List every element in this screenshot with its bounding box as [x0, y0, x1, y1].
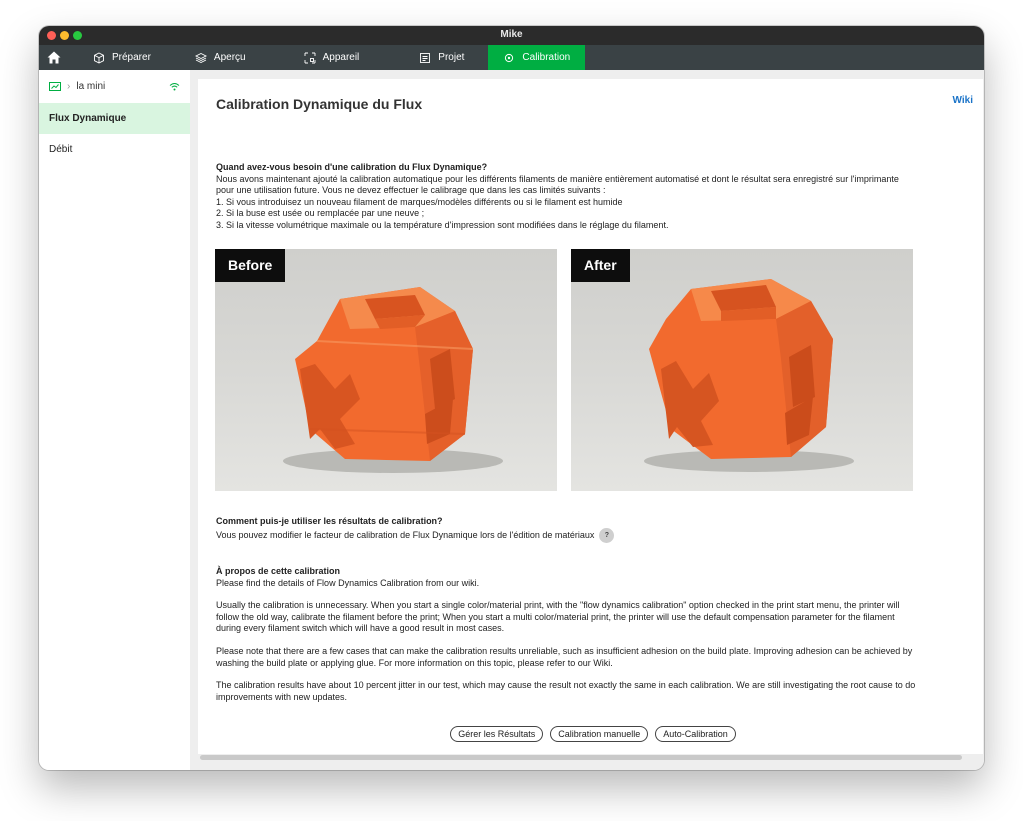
tab-preview[interactable]: Aperçu — [177, 45, 286, 70]
app-window: Mike Préparer Aperçu Appareil Projet Cal… — [39, 26, 984, 770]
device-name: la mini — [76, 81, 106, 92]
when-heading: Quand avez-vous besoin d'une calibration… — [216, 162, 488, 172]
sidebar-item-flow-rate[interactable]: Débit — [39, 134, 190, 165]
wiki-link[interactable]: Wiki — [953, 95, 973, 106]
calibration-sidebar: › la mini Flux Dynamique Débit — [39, 70, 190, 770]
about-line-1: Please find the details of Flow Dynamics… — [216, 577, 480, 588]
home-button[interactable] — [39, 45, 69, 70]
calibration-icon — [505, 53, 514, 62]
about-paragraph-3: The calibration results have about 10 pe… — [216, 680, 916, 702]
when-section: Quand avez-vous besoin d'une calibration… — [216, 162, 916, 232]
before-photo: Before — [215, 249, 557, 491]
how-section: Comment puis-je utiliser les résultats d… — [216, 516, 916, 543]
device-icon — [304, 52, 316, 63]
device-selector[interactable]: › la mini — [39, 70, 190, 103]
printer-monitor-icon — [49, 81, 61, 91]
about-section: À propos de cette calibration Please fin… — [216, 566, 916, 703]
page-title: Calibration Dynamique du Flux — [216, 96, 423, 112]
about-heading: À propos de cette calibration — [216, 566, 341, 576]
how-text-row: Vous pouvez modifier le facteur de calib… — [216, 527, 916, 543]
when-item-3: 3. Si la vitesse volumétrique maximale o… — [216, 219, 669, 230]
smooth-cube-illustration — [644, 279, 854, 472]
before-label: Before — [215, 249, 286, 282]
manual-calibration-button[interactable]: Calibration manuelle — [550, 726, 649, 742]
tab-project[interactable]: Projet — [401, 45, 488, 70]
tab-label: Appareil — [322, 52, 360, 63]
tab-label: Calibration — [522, 52, 571, 63]
calibration-content-panel: Calibration Dynamique du Flux Wiki Quand… — [198, 79, 983, 754]
cube-icon — [94, 51, 104, 64]
project-icon — [420, 52, 431, 63]
tab-label: Aperçu — [213, 52, 246, 63]
when-intro: Nous avons maintenant ajouté la calibrat… — [216, 173, 899, 196]
layers-icon — [194, 52, 207, 63]
about-paragraph-2: Please note that there are a few cases t… — [216, 645, 913, 668]
rough-cube-illustration — [283, 287, 503, 473]
tab-prepare[interactable]: Préparer — [69, 45, 177, 70]
how-heading: Comment puis-je utiliser les résultats d… — [216, 516, 443, 526]
chevron-right-icon: › — [67, 81, 71, 92]
action-buttons: Gérer les Résultats Calibration manuelle… — [198, 726, 983, 742]
title-bar: Mike — [39, 26, 984, 45]
window-title: Mike — [500, 29, 523, 40]
tab-label: Préparer — [112, 52, 151, 63]
tab-device[interactable]: Appareil — [286, 45, 402, 70]
sidebar-item-flow-dynamics[interactable]: Flux Dynamique — [39, 103, 190, 134]
when-item-2: 2. Si la buse est usée ou remplacée par … — [216, 208, 425, 219]
after-photo: After — [571, 249, 913, 491]
help-question-icon[interactable]: ? — [599, 527, 615, 543]
about-paragraph-1: Usually the calibration is unnecessary. … — [216, 600, 900, 634]
horizontal-scrollbar[interactable] — [200, 755, 962, 760]
after-label: After — [571, 249, 630, 282]
before-after-images: Before After — [215, 249, 913, 491]
tab-calibration[interactable]: Calibration — [488, 45, 586, 70]
main-tab-bar: Préparer Aperçu Appareil Projet Calibrat… — [39, 45, 984, 70]
wifi-icon — [169, 83, 180, 91]
manage-results-button[interactable]: Gérer les Résultats — [450, 726, 544, 742]
how-text: Vous pouvez modifier le facteur de calib… — [216, 529, 595, 540]
tab-label: Projet — [438, 52, 465, 63]
home-icon — [47, 51, 61, 64]
when-item-1: 1. Si vous introduisez un nouveau filame… — [216, 196, 623, 207]
auto-calibration-button[interactable]: Auto-Calibration — [655, 726, 736, 742]
